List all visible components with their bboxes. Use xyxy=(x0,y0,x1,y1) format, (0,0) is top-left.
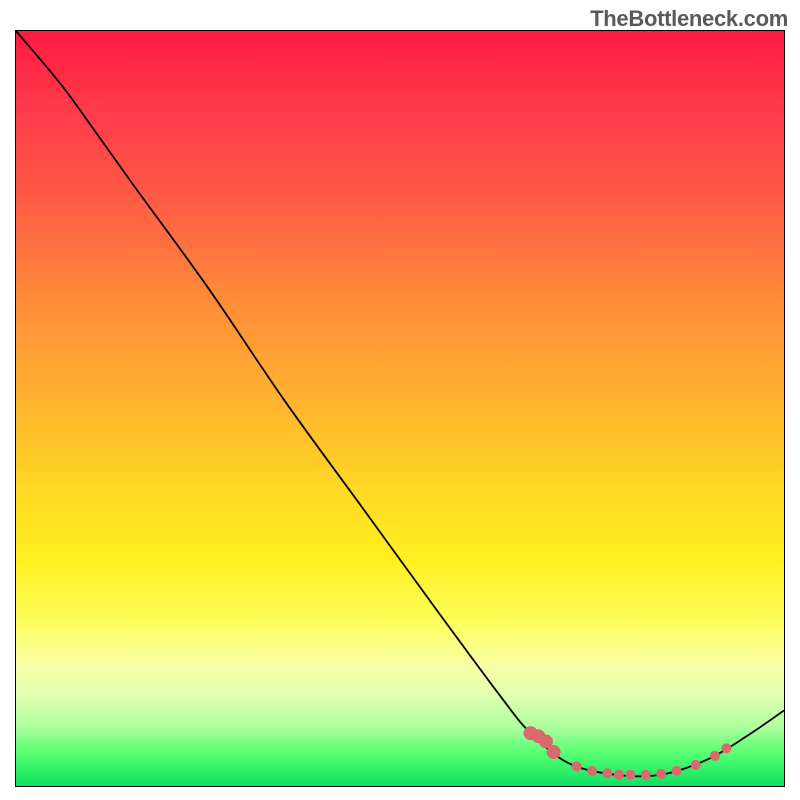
data-marker xyxy=(721,743,731,753)
data-marker xyxy=(656,769,666,779)
chart-svg xyxy=(16,31,784,786)
data-marker xyxy=(710,751,720,761)
data-marker xyxy=(641,770,651,780)
data-marker xyxy=(671,766,681,776)
data-marker xyxy=(625,770,635,780)
data-marker xyxy=(614,770,624,780)
markers-group xyxy=(524,726,732,779)
data-marker xyxy=(587,766,597,776)
watermark-text: TheBottleneck.com xyxy=(590,6,788,32)
chart-container: TheBottleneck.com xyxy=(0,0,800,800)
data-marker xyxy=(602,768,612,778)
plot-area xyxy=(15,30,785,787)
data-marker xyxy=(691,760,701,770)
data-marker xyxy=(572,761,582,771)
curve-line xyxy=(16,31,784,776)
data-marker xyxy=(547,745,561,759)
